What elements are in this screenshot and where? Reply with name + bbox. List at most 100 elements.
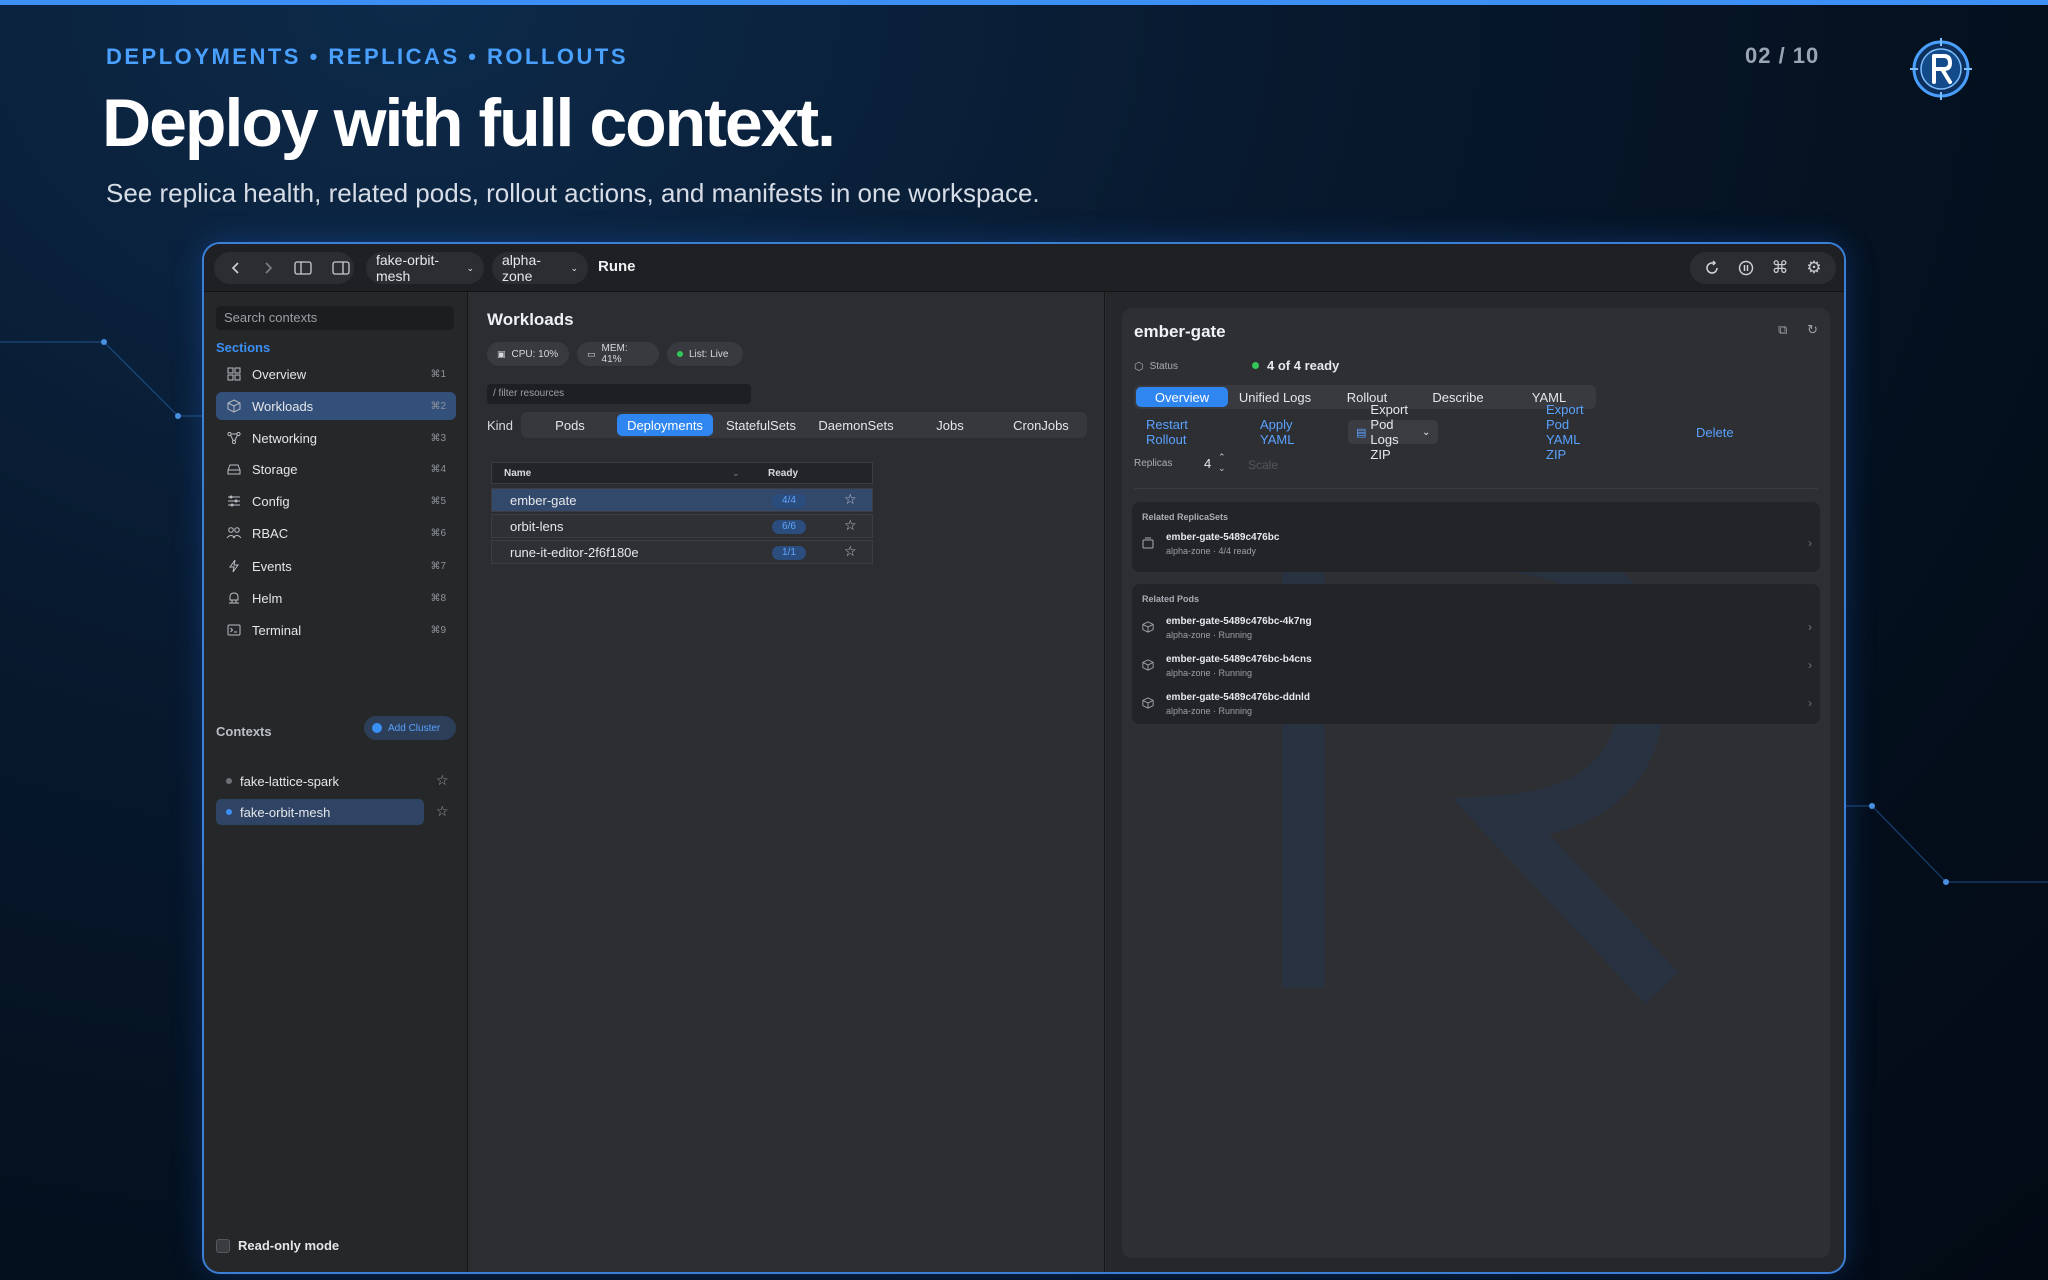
plus-circle-icon [372,723,382,733]
apply-yaml-button[interactable]: Apply YAML [1260,417,1294,447]
archive-icon: ▤ [1356,426,1367,439]
tab-jobs[interactable]: Jobs [903,414,997,436]
context-item-fake-lattice-spark[interactable]: fake-lattice-spark [216,768,424,794]
replicaset-name: ember-gate-5489c476bc [1166,532,1280,543]
filter-resources-input[interactable]: / filter resources [487,384,751,404]
shortcut-hint: ⌘1 [430,368,446,380]
star-icon[interactable]: ☆ [844,491,857,508]
chevron-down-icon[interactable]: ⌄ [1218,463,1226,474]
tab-overview[interactable]: Overview [1136,387,1228,407]
sidebar-item-helm[interactable]: Helm ⌘8 [216,584,456,612]
context-status-dot [226,778,232,784]
export-pod-logs-zip-button[interactable]: ▤ Export Pod Logs ZIP ⌄ [1348,402,1439,462]
chevron-left-icon[interactable] [224,254,248,282]
related-pods-label: Related Pods [1142,594,1200,604]
detail-panel: ember-gate ⧉ ↻ ⬡ Status 4 of 4 ready Ove… [1106,292,1844,1272]
shortcut-hint: ⌘6 [430,527,446,539]
row-name: rune-it-editor-2f6f180e [510,545,639,560]
copy-icon[interactable]: ⧉ [1778,322,1787,337]
live-dot [677,351,683,357]
context-item-fake-orbit-mesh[interactable]: fake-orbit-mesh [216,799,424,825]
table-row[interactable]: ember-gate 4/4 ☆ [491,488,873,512]
refresh-icon[interactable] [1700,254,1724,282]
status-value-group: 4 of 4 ready [1252,358,1339,373]
list-item[interactable]: ember-gate-5489c476bc alpha-zone · 4/4 r… [1142,530,1812,566]
sidebar-item-rbac[interactable]: RBAC ⌘6 [216,519,456,547]
search-contexts-input[interactable]: Search contexts [216,306,454,330]
sidebar-item-workloads[interactable]: Workloads ⌘2 [216,392,456,420]
sidebar-item-storage[interactable]: Storage ⌘4 [216,455,456,483]
readonly-toggle[interactable]: Read-only mode [216,1238,339,1253]
command-icon[interactable]: ⌘ [1768,254,1792,282]
tab-statefulsets[interactable]: StatefulSets [713,414,809,436]
related-pods-group: Related Pods ember-gate-5489c476bc-4k7ng… [1132,584,1820,724]
ready-badge: 4/4 [772,494,806,508]
delete-button[interactable]: Delete [1696,420,1734,444]
export-pod-yaml-zip-button[interactable]: Export Pod YAML ZIP [1546,402,1584,462]
replicas-value[interactable]: 4 [1204,456,1211,471]
sidebar: Search contexts Sections Overview ⌘1 Wor… [204,292,468,1272]
terminal-icon [226,622,242,638]
detail-tabs: Overview Unified Logs Rollout Describe Y… [1134,385,1596,409]
add-cluster-button[interactable]: Add Cluster [364,716,456,740]
status-value: 4 of 4 ready [1267,358,1340,373]
detail-card: ember-gate ⧉ ↻ ⬡ Status 4 of 4 ready Ove… [1122,308,1830,1258]
context-select[interactable]: fake-orbit-mesh ⌄ [366,252,484,284]
sidebar-item-terminal[interactable]: Terminal ⌘9 [216,616,456,644]
divider [1134,488,1818,489]
namespace-select[interactable]: alpha-zone ⌄ [492,252,588,284]
kind-label: Kind [487,418,514,433]
tab-describe[interactable]: Describe [1412,387,1504,407]
cpu-chip-label: CPU: 10% [511,348,559,360]
memory-icon: ▭ [587,348,596,359]
sidebar-left-icon[interactable] [290,254,316,282]
refresh-icon[interactable]: ↻ [1807,322,1818,337]
sidebar-item-label: Config [252,493,290,509]
sidebar-item-overview[interactable]: Overview ⌘1 [216,360,456,388]
scale-button[interactable]: Scale [1248,458,1278,472]
tab-deployments[interactable]: Deployments [617,414,713,436]
replicas-stepper[interactable]: ⌃ ⌄ [1218,452,1226,474]
readonly-label: Read-only mode [238,1238,340,1253]
table-row[interactable]: rune-it-editor-2f6f180e 1/1 ☆ [491,540,873,564]
list-item[interactable]: ember-gate-5489c476bc-b4cns alpha-zone ·… [1142,652,1812,688]
star-icon[interactable]: ☆ [436,772,449,789]
headline: Deploy with full context. [102,85,836,161]
column-header-name[interactable]: Name [504,468,531,479]
tab-pods[interactable]: Pods [523,414,617,436]
sort-icon: ⌄ [732,468,740,478]
cube-icon [1142,658,1156,672]
pause-icon[interactable] [1734,254,1758,282]
star-icon[interactable]: ☆ [844,517,857,534]
sidebar-item-config[interactable]: Config ⌘5 [216,487,456,515]
sidebar-item-label: Helm [252,590,283,606]
list-item[interactable]: ember-gate-5489c476bc-4k7ng alpha-zone ·… [1142,614,1812,650]
table-row[interactable]: orbit-lens 6/6 ☆ [491,514,873,538]
tab-unified-logs[interactable]: Unified Logs [1228,387,1322,407]
pod-sub: alpha-zone · Running [1166,630,1253,640]
pod-name: ember-gate-5489c476bc-4k7ng [1166,616,1312,627]
column-header-ready[interactable]: Ready [768,468,798,479]
add-cluster-label: Add Cluster [388,722,441,734]
checkbox[interactable] [216,1238,230,1253]
chevron-down-icon[interactable]: ⌄ [1422,427,1430,438]
pod-sub: alpha-zone · Running [1166,706,1253,716]
sidebar-item-events[interactable]: Events ⌘7 [216,552,456,580]
restart-rollout-button[interactable]: Restart Rollout [1146,417,1188,447]
tab-cronjobs[interactable]: CronJobs [997,414,1085,436]
gear-icon[interactable]: ⚙ [1802,254,1826,282]
sidebar-item-networking[interactable]: Networking ⌘3 [216,424,456,452]
chevron-right-icon[interactable] [256,254,280,282]
shortcut-hint: ⌘5 [430,495,446,507]
star-icon[interactable]: ☆ [436,803,449,820]
app-window: fake-orbit-mesh ⌄ alpha-zone ⌄ Rune ⌘ ⚙ … [202,242,1846,1274]
status-dot [1252,362,1259,369]
list-item[interactable]: ember-gate-5489c476bc-ddnld alpha-zone ·… [1142,690,1812,726]
memory-chip-label: MEM: 41% [601,343,628,365]
detail-toolbar: ⧉ ↻ [1778,322,1818,338]
shortcut-hint: ⌘4 [430,463,446,475]
sidebar-right-icon[interactable] [328,254,354,282]
star-icon[interactable]: ☆ [844,543,857,560]
chevron-up-icon[interactable]: ⌃ [1218,452,1226,463]
tab-daemonsets[interactable]: DaemonSets [809,414,903,436]
